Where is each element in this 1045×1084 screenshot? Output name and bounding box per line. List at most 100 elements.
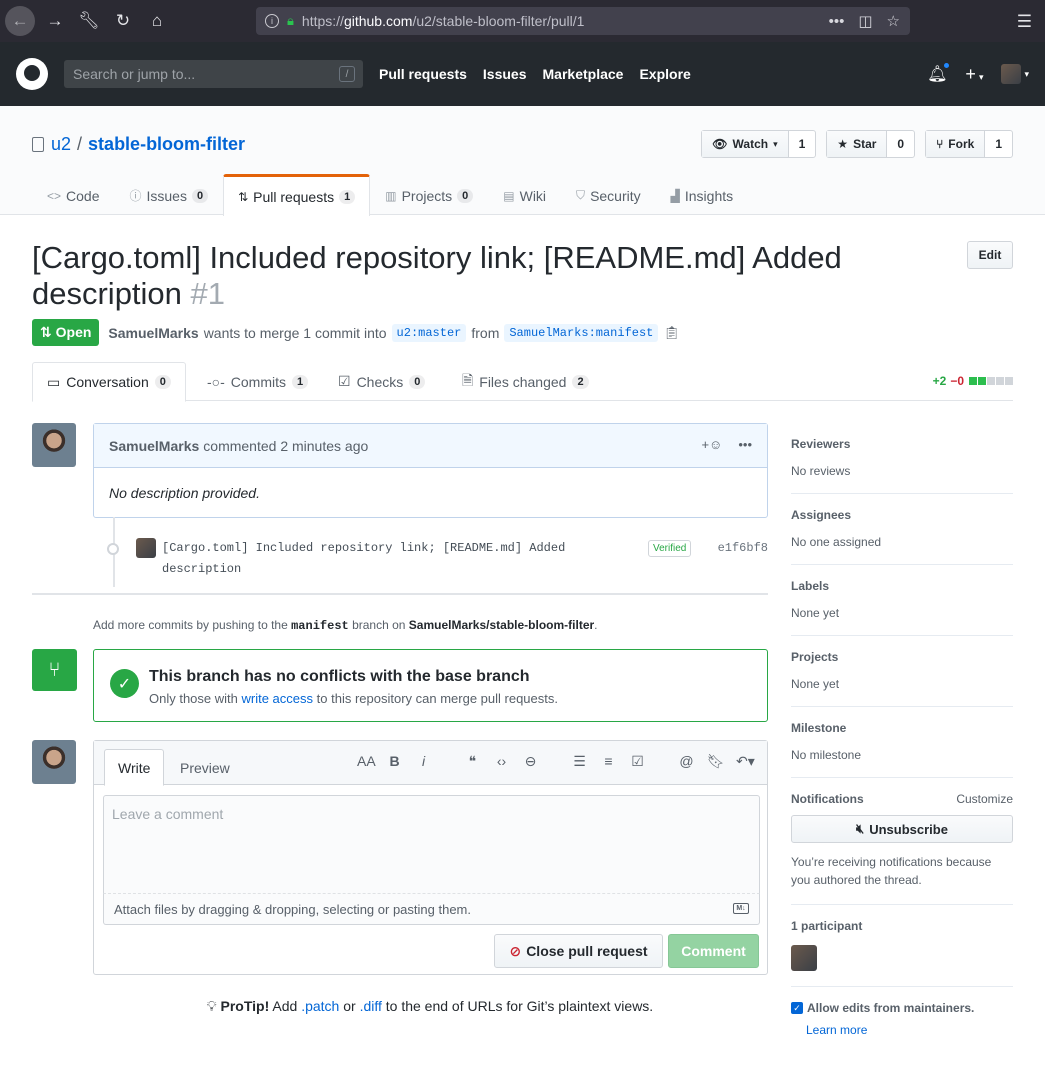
nav-explore[interactable]: Explore (639, 66, 690, 82)
bookmark-icon[interactable]: 🔖︎ (707, 753, 725, 770)
url-text[interactable]: https://github.com/u2/stable-bloom-filte… (302, 13, 585, 29)
plus-dropdown[interactable]: + ▾ (965, 64, 983, 85)
bold-icon[interactable]: B (386, 753, 403, 770)
italic-icon[interactable]: i (415, 753, 432, 770)
comment-textarea[interactable]: Leave a comment (103, 795, 760, 894)
reply-icon[interactable]: ↶▾ (736, 753, 755, 770)
link-icon[interactable]: ⊖ (522, 753, 539, 770)
diffstat[interactable]: +2 −0 (933, 374, 1013, 388)
comment-button[interactable]: Comment (668, 934, 759, 968)
merge-heading: This branch has no conflicts with the ba… (149, 668, 530, 685)
star-button[interactable]: ★ Star (827, 131, 888, 157)
avatar[interactable] (32, 740, 76, 784)
markdown-icon[interactable]: M↓ (733, 903, 749, 914)
watch-count[interactable]: 1 (789, 131, 816, 157)
numbered-list-icon[interactable]: ≡ (600, 753, 617, 770)
avatar[interactable] (32, 423, 76, 467)
commit-message[interactable]: [Cargo.toml] Included repository link; [… (162, 538, 592, 580)
code-icon[interactable]: ‹› (493, 753, 510, 770)
tab-pull-requests[interactable]: ⇅ Pull requests 1 (223, 174, 371, 216)
tab-code[interactable]: <> Code (32, 174, 114, 216)
search-input[interactable]: Search or jump to... / (64, 60, 363, 88)
text-size-icon[interactable]: AA (357, 753, 376, 770)
tab-issues[interactable]: ⓘ Issues 0 (114, 174, 223, 216)
tab-conversation[interactable]: ▭ Conversation 0 (32, 362, 186, 402)
fork-count[interactable]: 1 (985, 131, 1012, 157)
star-count[interactable]: 0 (887, 131, 914, 157)
back-arrow-icon[interactable]: ← (5, 6, 35, 36)
write-access-link[interactable]: write access (242, 691, 314, 706)
unread-dot (942, 61, 952, 70)
customize-link[interactable]: Customize (956, 792, 1013, 806)
task-list-icon[interactable]: ☑ (629, 753, 646, 770)
sidebar-milestone: Milestone No milestone (791, 707, 1013, 778)
edit-button[interactable]: Edit (967, 241, 1013, 269)
kebab-menu-icon[interactable]: ••• (738, 437, 752, 452)
verified-badge[interactable]: Verified (648, 540, 692, 557)
comment-author[interactable]: SamuelMarks (109, 438, 199, 454)
book-icon: ▤ (503, 188, 515, 203)
watch-button[interactable]: 👁︎ Watch ▾ (702, 131, 789, 157)
repo-name-link[interactable]: stable-bloom-filter (88, 134, 245, 155)
tab-commits[interactable]: -○- Commits 1 (193, 362, 322, 401)
assignees-heading[interactable]: Assignees (791, 508, 851, 522)
tab-security[interactable]: ⛉ Security (561, 174, 656, 216)
learn-more-link[interactable]: Learn more (806, 1023, 1013, 1037)
tab-checks[interactable]: ☑ Checks 0 (324, 362, 439, 401)
lock-icon[interactable]: 🔒︎ (287, 13, 294, 29)
quote-icon[interactable]: ❝ (464, 753, 481, 770)
more-actions-icon[interactable]: ••• (829, 13, 845, 30)
clipboard-icon[interactable]: 📋︎ (663, 325, 680, 341)
tab-preview[interactable]: Preview (167, 749, 243, 786)
tab-write[interactable]: Write (104, 749, 165, 786)
wrench-icon[interactable]: 🔧︎ (75, 7, 103, 35)
tab-projects[interactable]: ▥ Projects 0 (370, 174, 488, 216)
mention-icon[interactable]: @ (678, 753, 695, 770)
home-icon[interactable]: ⌂ (143, 7, 171, 35)
checkbox-checked-icon[interactable]: ✓ (791, 1002, 803, 1014)
diff-link[interactable]: .diff (360, 998, 382, 1014)
user-menu[interactable]: ▾ (1001, 64, 1029, 84)
reviewers-heading[interactable]: Reviewers (791, 437, 850, 451)
tab-files-changed[interactable]: 🗎︎ Files changed 2 (448, 362, 603, 401)
forward-arrow-icon[interactable]: → (41, 7, 69, 35)
milestone-heading[interactable]: Milestone (791, 721, 846, 735)
patch-link[interactable]: .patch (301, 998, 339, 1014)
fork-button[interactable]: ⑂ Fork (926, 131, 986, 157)
github-logo-icon[interactable] (16, 58, 48, 90)
hamburger-menu-icon[interactable]: ☰ (1017, 12, 1032, 32)
projects-heading[interactable]: Projects (791, 650, 838, 664)
counter-badge: 2 (572, 374, 589, 389)
nav-pull-requests[interactable]: Pull requests (379, 66, 467, 82)
url-bar[interactable]: i 🔒︎ https://github.com/u2/stable-bloom-… (256, 7, 910, 35)
base-branch[interactable]: u2:master (391, 323, 467, 342)
pr-sidebar: Reviewers No reviews Assignees No one as… (791, 423, 1013, 1037)
bookmark-star-icon[interactable]: ☆ (887, 12, 900, 30)
avatar[interactable] (136, 538, 156, 558)
tab-insights[interactable]: ▟ Insights (656, 174, 748, 216)
caret-down-icon: ▾ (1024, 69, 1029, 80)
allow-edits-checkbox[interactable]: ✓ Allow edits from maintainers. (791, 1001, 1013, 1015)
merge-icon: ⑂ (32, 649, 77, 691)
reload-icon[interactable]: ↻ (109, 7, 137, 35)
nav-issues[interactable]: Issues (483, 66, 527, 82)
author-link[interactable]: SamuelMarks (108, 325, 198, 341)
unsubscribe-button[interactable]: 🔇︎ Unsubscribe (791, 815, 1013, 843)
pocket-icon[interactable]: ◫ (858, 12, 872, 30)
shield-icon: ⛉ (576, 188, 586, 202)
repo-owner-link[interactable]: u2 (51, 134, 71, 155)
avatar[interactable] (791, 945, 817, 971)
tab-wiki[interactable]: ▤ Wiki (488, 174, 561, 216)
head-branch[interactable]: SamuelMarks:manifest (504, 323, 659, 342)
labels-heading[interactable]: Labels (791, 579, 829, 593)
nav-marketplace[interactable]: Marketplace (543, 66, 624, 82)
watch-button-group: 👁︎ Watch ▾ 1 (701, 130, 817, 158)
info-icon[interactable]: i (265, 14, 279, 28)
bulleted-list-icon[interactable]: ☰ (571, 753, 588, 770)
file-attach-area[interactable]: Attach files by dragging & dropping, sel… (103, 894, 760, 925)
close-pull-request-button[interactable]: ⊘ Close pull request (494, 934, 663, 968)
bell-icon[interactable]: 🔔︎ (927, 61, 952, 84)
commit-sha[interactable]: e1f6bf8 (718, 538, 768, 559)
add-reaction-icon[interactable]: +☺ (701, 437, 722, 452)
repo-title: u2 / stable-bloom-filter (32, 134, 245, 155)
